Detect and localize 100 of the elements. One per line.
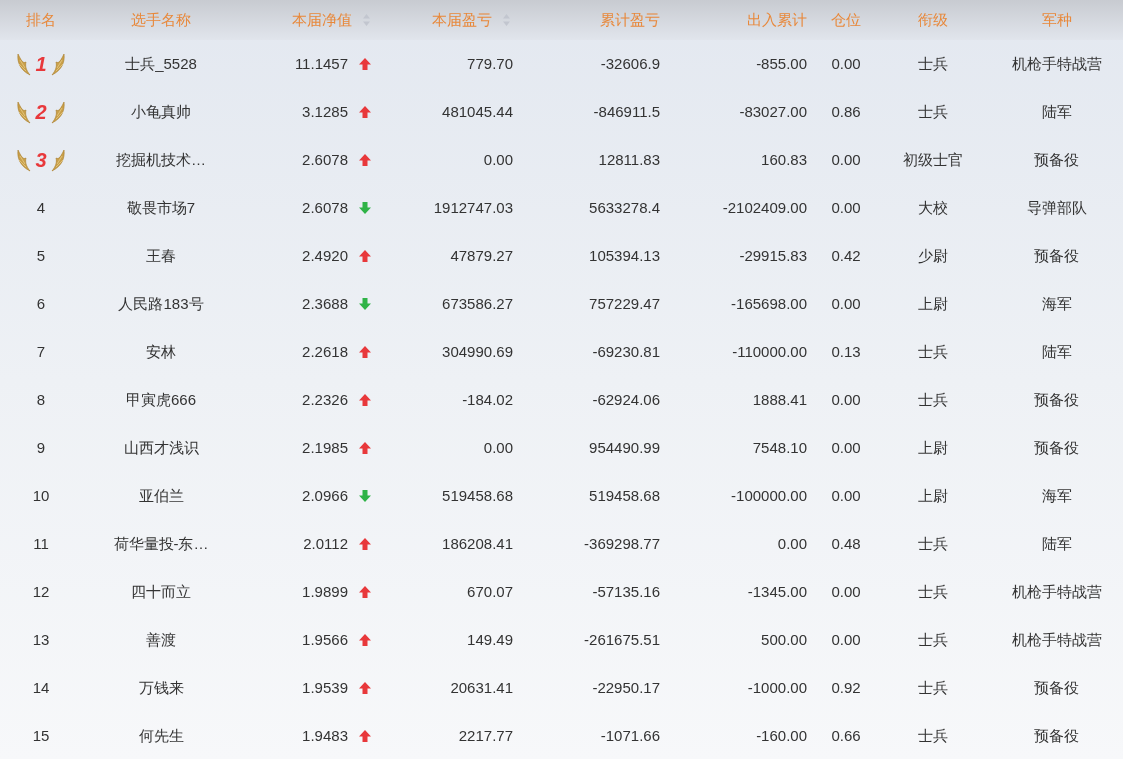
table-cell-text: 1.9566 [302,629,348,650]
table-cell-text: 万钱来 [138,677,184,698]
table-cell-text: -57135.16 [592,581,660,602]
table-cell-text: 王春 [146,245,176,266]
rank-number: 12 [32,581,50,602]
rank-number: 9 [36,437,46,458]
table-cell-text: 陆军 [1041,101,1072,122]
table-cell-text: 0.00 [831,53,861,74]
table-cell-text: 2.0112 [303,533,348,554]
table-cell-text: 人民路183号 [118,293,204,314]
table-cell-text: -83027.00 [739,101,807,122]
table-cell-text: 160.83 [761,149,807,170]
table-cell-text: -1345.00 [747,581,807,602]
table-cell-text: 安林 [146,341,176,362]
table-cell-text: 机枪手特战营 [1011,629,1102,650]
sort-icon[interactable] [362,13,371,27]
column-header: 军种 [1041,9,1072,30]
table-cell-text: 0.00 [777,533,807,554]
table-cell-text: 2.0966 [302,485,348,506]
table-cell-text: -2102409.00 [722,197,807,218]
rank-number: 10 [32,485,50,506]
table-cell-text: 11.1457 [294,53,348,74]
table-cell-text: 5633278.4 [589,197,660,218]
rank-number: 4 [36,197,46,218]
rank-number: 8 [36,389,46,410]
table-cell-text: 0.00 [831,485,861,506]
table-cell-text: 779.70 [467,53,513,74]
table-cell-text: 1.9483 [302,725,348,746]
table-cell-text: 0.42 [831,245,861,266]
rank-number: 6 [36,293,46,314]
table-cell-text: -165698.00 [731,293,807,314]
table-cell-text: 预备役 [1034,677,1079,698]
table-cell-text: 0.86 [831,101,861,122]
table-cell-text: 2.1985 [302,437,348,458]
table-cell-text: 519458.68 [442,485,513,506]
rank-number: 15 [32,725,50,746]
table-cell-text: 士兵 [917,725,948,746]
column-header[interactable]: 本届盈亏 [432,8,511,32]
table-cell-text: 初级士官 [902,149,963,170]
table-cell-text: 0.00 [483,437,513,458]
column-header: 选手名称 [131,9,191,30]
table-cell-text: 何先生 [138,725,184,746]
table-cell-text: 149.49 [467,629,513,650]
table-cell-text: 0.92 [831,677,861,698]
table-cell-text: 机枪手特战营 [1011,53,1102,74]
rank-number: 7 [36,341,46,362]
table-cell-text: 47879.27 [450,245,513,266]
table-cell-text: 500.00 [761,629,807,650]
table-cell-text: 0.00 [831,389,861,410]
rank-number: 5 [36,245,46,266]
table-cell-text: 荷华量投-东… [113,533,209,554]
table-cell-text: 0.00 [831,437,861,458]
table-cell-text: -110000.00 [732,341,807,362]
table-cell-text: 预备役 [1034,245,1079,266]
table-cell-text: 陆军 [1041,533,1072,554]
rank-number: 11 [33,533,49,554]
table-cell-text: 0.00 [831,197,861,218]
table-cell-text: 2.6078 [302,149,348,170]
table-cell-text: 670.07 [467,581,513,602]
table-cell-text: 2.2326 [302,389,348,410]
table-cell-text: 山西才浅识 [123,437,199,458]
column-header: 出入累计 [747,9,807,30]
table-cell-text: -369298.77 [584,533,660,554]
table-cell-text: 士兵 [917,581,948,602]
sort-icon[interactable] [502,13,511,27]
table-cell-text: 2.4920 [302,245,348,266]
table-cell-text: -22950.17 [592,677,660,698]
table-cell-text: 士兵 [917,533,948,554]
table-cell-text: 上尉 [917,293,948,314]
column-header[interactable]: 本届净值 [292,8,371,32]
column-header: 仓位 [831,9,861,30]
rank-badge: 3 [16,145,66,175]
column-header: 累计盈亏 [600,9,660,30]
table-cell-text: 105394.13 [589,245,660,266]
rank-badge: 2 [16,97,66,127]
table-cell-text: -29915.83 [739,245,807,266]
table-cell-text: 预备役 [1034,389,1079,410]
table-cell-text: 0.48 [831,533,861,554]
table-cell-text: 1.9539 [302,677,348,698]
table-cell-text: 757229.47 [589,293,660,314]
table-cell-text: 士兵 [917,677,948,698]
table-cell-text: 士兵 [917,341,948,362]
table-cell-text: 0.00 [483,149,513,170]
table-cell-text: 上尉 [917,485,948,506]
table-cell-text: 481045.44 [442,101,513,122]
table-cell-text: 预备役 [1034,437,1079,458]
table-cell-text: 2.6078 [302,197,348,218]
table-cell-text: -160.00 [756,725,807,746]
table-cell-text: 2217.77 [458,725,513,746]
table-cell-text: 0.00 [831,581,861,602]
table-cell-text: 2.3688 [302,293,348,314]
table-cell-text: -32606.9 [600,53,660,74]
table-cell-text: -855.00 [756,53,807,74]
table-cell-text: 上尉 [917,437,948,458]
table-cell-text: 954490.99 [589,437,660,458]
table-cell-text: 1912747.03 [433,197,513,218]
table-cell-text: 1.9899 [302,581,348,602]
table-cell-text: 四十而立 [131,581,191,602]
table-cell-text: 敬畏市场7 [126,197,196,218]
table-cell-text: 海军 [1041,485,1072,506]
